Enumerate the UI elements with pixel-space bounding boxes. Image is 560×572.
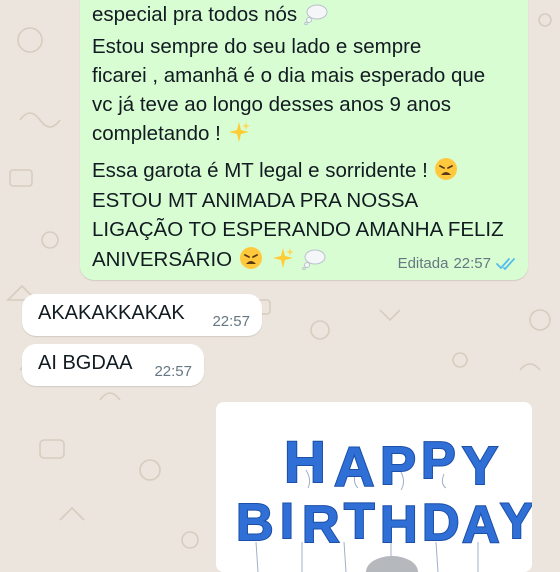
message-line: LIGAÇÃO TO ESPERANDO AMANHA FELIZ	[92, 218, 504, 241]
weary-face-icon	[239, 246, 263, 278]
svg-text:Y: Y	[500, 493, 532, 549]
thought-balloon-icon	[304, 3, 328, 33]
outgoing-message-bubble[interactable]: especial pra todos nós Estou sempre do s…	[80, 0, 528, 280]
svg-text:B: B	[236, 494, 274, 552]
svg-text:D: D	[422, 494, 460, 552]
edited-label: Editada	[397, 255, 449, 272]
incoming-message-bubble[interactable]: AI BGDAA 22:57	[22, 344, 204, 386]
message-line: ANIVERSÁRIO	[92, 245, 327, 278]
svg-text:T: T	[344, 493, 375, 549]
svg-text:P: P	[380, 436, 416, 496]
message-text: AKAKAKKAKAK	[38, 302, 185, 324]
message-line: Estou sempre do seu lado e sempre	[92, 35, 422, 58]
message-line: vc já teve ao longo desses anos 9 anos	[92, 93, 451, 116]
message-line: completando !	[92, 119, 252, 152]
svg-text:A: A	[462, 496, 500, 554]
message-time: 22:57	[154, 363, 192, 380]
happy-birthday-image: H A P P Y B I R T H D A Y	[216, 402, 532, 572]
sparkles-icon	[227, 120, 251, 152]
double-check-icon	[496, 257, 518, 271]
svg-text:I: I	[280, 493, 294, 549]
message-line: especial pra todos nós	[92, 0, 329, 33]
weary-face-icon	[434, 157, 458, 189]
message-line: ESTOU MT ANIMADA PRA NOSSA	[92, 189, 419, 212]
svg-text:H: H	[380, 496, 418, 554]
message-text: AI BGDAA	[38, 352, 133, 374]
incoming-message-bubble[interactable]: AKAKAKKAKAK 22:57	[22, 294, 262, 336]
message-line: Essa garota é MT legal e sorridente !	[92, 156, 459, 189]
image-message[interactable]: H A P P Y B I R T H D A Y	[216, 402, 532, 572]
svg-text:Y: Y	[462, 436, 498, 496]
thought-balloon-icon	[302, 248, 326, 278]
svg-text:P: P	[421, 432, 456, 490]
message-time: 22:57	[453, 255, 491, 272]
sparkles-icon	[271, 246, 295, 278]
svg-text:R: R	[302, 496, 340, 554]
svg-text:H: H	[284, 430, 326, 495]
message-time: 22:57	[212, 313, 250, 330]
svg-text:A: A	[334, 435, 374, 498]
message-line: ficarei , amanhã é o dia mais esperado q…	[92, 64, 486, 87]
message-meta: Editada 22:57	[398, 255, 518, 272]
